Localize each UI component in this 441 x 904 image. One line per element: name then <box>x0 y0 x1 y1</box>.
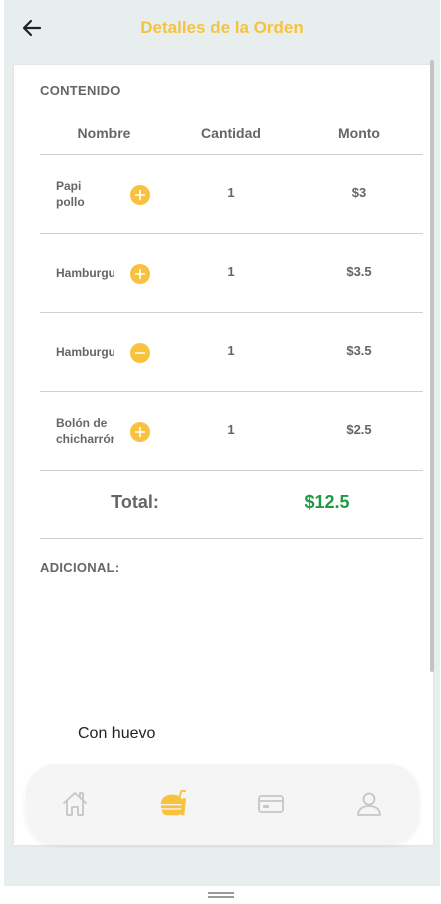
item-amount: $3.5 <box>346 264 372 279</box>
user-profile-icon <box>357 792 381 816</box>
total-row: Total: $12.5 <box>40 471 423 539</box>
table-row: Hamburguesa 1 $3.5 <box>40 234 423 313</box>
food-order-icon <box>160 789 187 816</box>
table-row: Bolón de chicharrón 1 $2.5 <box>40 392 423 471</box>
minus-circle-icon[interactable] <box>130 343 150 363</box>
header: Detalles de la Orden <box>4 0 440 57</box>
additional-item: Con huevo <box>78 725 156 742</box>
item-name: Hamburguesa <box>56 266 114 280</box>
nav-home[interactable] <box>60 788 90 820</box>
content-section-title: CONTENIDO <box>40 83 121 98</box>
page-title: Detalles de la Orden <box>140 18 304 37</box>
table-header: Nombre Cantidad Monto <box>40 114 423 155</box>
plus-circle-icon[interactable] <box>130 422 150 442</box>
order-card: CONTENIDO Nombre Cantidad Monto Papi pol… <box>14 65 433 845</box>
item-amount: $3.5 <box>346 343 372 358</box>
app-screen: Detalles de la Orden CONTENIDO Nombre Ca… <box>4 0 440 886</box>
item-amount: $2.5 <box>346 422 372 437</box>
total-value: $12.5 <box>304 492 350 512</box>
item-amount: $3 <box>351 185 367 200</box>
plus-circle-icon[interactable] <box>130 185 150 205</box>
column-header-name: Nombre <box>77 125 131 141</box>
nav-payments[interactable] <box>256 788 286 820</box>
scrollbar[interactable] <box>430 60 434 672</box>
item-quantity: 1 <box>227 185 235 200</box>
additional-section-title: ADICIONAL: <box>40 560 120 575</box>
item-name: Bolón de chicharrón <box>56 416 114 446</box>
item-name: Papi pollo <box>56 179 85 209</box>
table-row: Papi pollo 1 $3 <box>40 155 423 234</box>
item-name: Hamburguesa <box>56 345 114 359</box>
home-indicator[interactable] <box>208 892 234 898</box>
nav-profile[interactable] <box>354 788 384 820</box>
column-header-quantity: Cantidad <box>201 125 261 141</box>
total-label: Total: <box>111 492 159 512</box>
bottom-nav <box>26 764 419 844</box>
table-row: Hamburguesa 1 $3.5 <box>40 313 423 392</box>
item-quantity: 1 <box>227 264 235 279</box>
nav-orders[interactable] <box>158 788 188 820</box>
plus-circle-icon[interactable] <box>130 264 150 284</box>
credit-card-icon <box>258 795 284 813</box>
column-header-amount: Monto <box>338 125 380 141</box>
item-quantity: 1 <box>227 343 235 358</box>
item-quantity: 1 <box>227 422 235 437</box>
order-table: Nombre Cantidad Monto Papi pollo 1 $3 Ha… <box>40 114 423 539</box>
home-icon <box>63 792 87 816</box>
